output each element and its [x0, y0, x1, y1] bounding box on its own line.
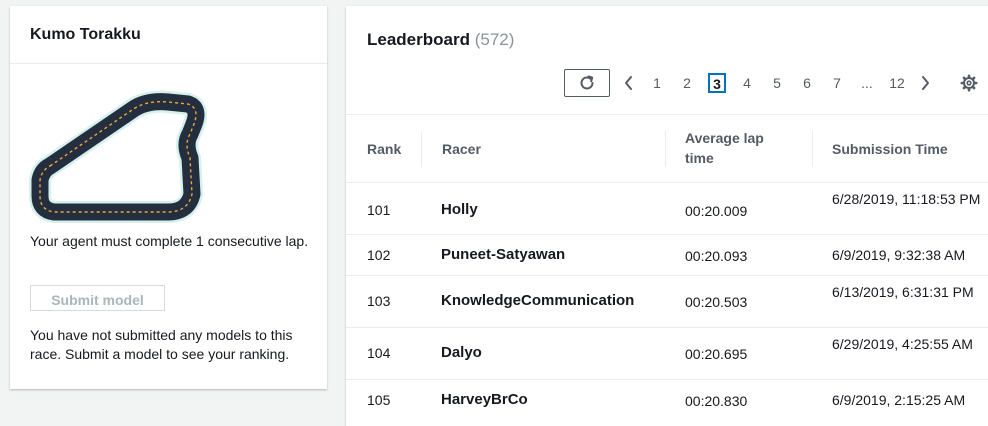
lap-time-cell: 00:20.093 — [685, 248, 748, 264]
table-row: 104 Dalyo 00:20.695 6/29/2019, 4:25:55 A… — [346, 328, 988, 380]
rank-cell: 103 — [367, 293, 391, 309]
lap-time-cell: 00:20.695 — [685, 346, 748, 362]
racer-cell: Holly — [441, 201, 478, 218]
page-ellipsis: ... — [861, 75, 873, 91]
settings-button[interactable] — [960, 74, 978, 97]
table-row: 101 Holly 00:20.009 6/28/2019, 11:18:53 … — [346, 183, 988, 235]
rank-cell: 102 — [367, 247, 391, 263]
lap-time-cell: 00:20.830 — [685, 393, 748, 409]
chevron-right-icon — [922, 76, 929, 90]
submission-time-cell: 6/13/2019, 6:31:31 PM — [832, 284, 974, 300]
submission-time-cell: 6/9/2019, 9:32:38 AM — [832, 247, 966, 263]
submission-time-cell: 6/28/2019, 11:18:53 PM — [832, 191, 981, 207]
racer-cell: HarveyBrCo — [441, 391, 528, 408]
column-header-submission-time[interactable]: Submission Time — [832, 139, 948, 159]
page-6-button[interactable]: 6 — [792, 75, 822, 91]
column-header-lap-time[interactable]: Average lap time — [685, 128, 785, 168]
lap-requirement-text: Your agent must complete 1 consecutive l… — [30, 233, 309, 249]
page-3-button-current[interactable]: 3 — [708, 73, 726, 93]
leaderboard-card: Leaderboard (572) 1 2 3 4 5 6 7 ... 12 R… — [346, 6, 988, 426]
lap-time-cell: 00:20.009 — [685, 203, 748, 219]
racer-cell: Dalyo — [441, 344, 482, 361]
page-1-button[interactable]: 1 — [642, 75, 672, 91]
column-divider — [665, 131, 666, 167]
track-map — [28, 88, 208, 228]
table-row: 103 KnowledgeCommunication 00:20.503 6/1… — [346, 276, 988, 328]
refresh-button[interactable] — [564, 69, 610, 97]
leaderboard-title-text: Leaderboard — [367, 30, 470, 49]
race-card: Kumo Torakku Your agent must complete 1 … — [10, 6, 327, 389]
table-row: 105 HarveyBrCo 00:20.830 6/9/2019, 2:15:… — [346, 380, 988, 420]
submit-model-button[interactable]: Submit model — [30, 285, 165, 311]
previous-page-button[interactable] — [616, 75, 642, 91]
page-4-button[interactable]: 4 — [732, 75, 762, 91]
submission-time-cell: 6/29/2019, 4:25:55 AM — [832, 336, 973, 352]
column-header-rank[interactable]: Rank — [367, 139, 401, 159]
column-header-racer[interactable]: Racer — [442, 139, 481, 159]
next-page-button[interactable] — [912, 75, 938, 91]
chevron-left-icon — [625, 76, 632, 90]
table-top-divider — [346, 114, 988, 115]
refresh-icon — [580, 75, 594, 90]
lap-time-cell: 00:20.503 — [685, 294, 748, 310]
page-12-button[interactable]: 12 — [882, 75, 912, 91]
page-7-button[interactable]: 7 — [822, 75, 852, 91]
leaderboard-title: Leaderboard (572) — [367, 30, 514, 50]
racer-cell: Puneet-Satyawan — [441, 246, 566, 263]
table-row: 102 Puneet-Satyawan 00:20.093 6/9/2019, … — [346, 235, 988, 276]
rank-cell: 101 — [367, 202, 391, 218]
page-5-button[interactable]: 5 — [762, 75, 792, 91]
submission-time-cell: 6/9/2019, 2:15:25 AM — [832, 392, 966, 408]
rank-cell: 104 — [367, 345, 391, 361]
race-title: Kumo Torakku — [10, 6, 327, 64]
gear-icon — [960, 74, 978, 92]
submission-notice: You have not submitted any models to thi… — [30, 327, 293, 362]
column-divider — [812, 131, 813, 167]
pagination: 1 2 3 4 5 6 7 ... 12 — [616, 69, 938, 97]
rank-cell: 105 — [367, 392, 391, 408]
page-2-button[interactable]: 2 — [672, 75, 702, 91]
column-divider — [421, 131, 422, 167]
leaderboard-count: (572) — [474, 30, 515, 49]
racer-cell: KnowledgeCommunication — [441, 292, 635, 309]
